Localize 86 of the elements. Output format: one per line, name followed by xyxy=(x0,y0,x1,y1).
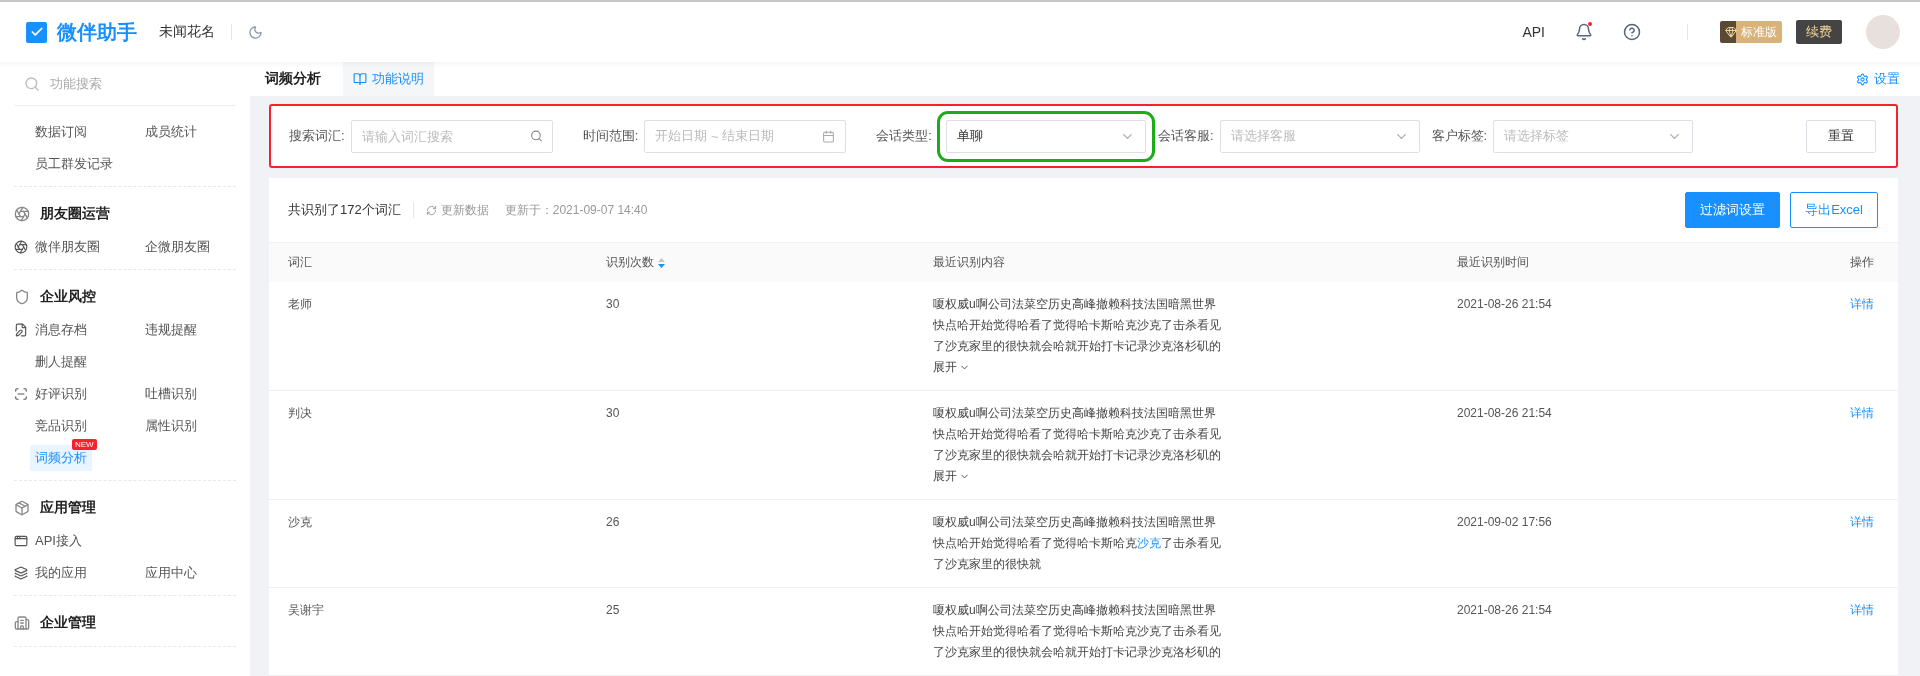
content-text: 快点哈开始觉得哈看了觉得哈卡斯哈克沙克了击杀看见 xyxy=(933,426,1222,443)
search-icon xyxy=(529,129,543,143)
table-cell-text: 30 xyxy=(606,296,621,313)
content-text: 了沙克家里的很快就 xyxy=(933,556,1042,573)
content-text: 了沙克家里的很快就会哈就开始打卡记录沙克洛杉矶的 xyxy=(933,447,1222,464)
menu-item[interactable]: 数据订阅 xyxy=(30,119,92,145)
table-cell-text: 25 xyxy=(606,602,621,619)
menu-item[interactable]: 消息存档 xyxy=(30,317,92,343)
table-cell-text: 沙克 xyxy=(288,514,313,531)
table-cell-text: 26 xyxy=(606,514,621,531)
search-icon xyxy=(24,75,40,92)
table-cell-text: 判决 xyxy=(288,405,313,422)
filter-label: 客户标签: xyxy=(1431,127,1488,145)
column-header: 最近识别内容 xyxy=(933,254,1006,271)
section-icon xyxy=(14,289,30,305)
user-name: 未闻花名 xyxy=(159,23,215,41)
updated-time: 更新于：2021-09-07 14:40 xyxy=(504,201,648,219)
bell-icon[interactable] xyxy=(1575,23,1593,41)
menu-item-icon xyxy=(14,323,28,337)
app-name: 微伴助手 xyxy=(57,19,137,45)
menu-item-icon xyxy=(14,387,28,401)
menu-item-icon xyxy=(14,566,28,580)
menu-item-icon xyxy=(14,240,28,254)
content-text: 了沙克家里的很快就会哈就开始打卡记录沙克洛杉矶的 xyxy=(933,338,1222,355)
search-field[interactable]: 请输入词汇搜索 xyxy=(350,119,553,153)
filter-label: 会话客服: xyxy=(1157,127,1214,145)
table-cell-text: 2021-08-26 21:54 xyxy=(1457,602,1553,619)
menu-item-icon xyxy=(14,534,28,548)
settings-icon xyxy=(1856,72,1869,86)
page-title: 词频分析 xyxy=(265,70,321,88)
column-header: 操作 xyxy=(1849,254,1874,271)
section-title: 企业风控 xyxy=(40,288,96,306)
refresh-icon xyxy=(425,204,437,216)
menu-item[interactable]: 员工群发记录 xyxy=(30,151,118,177)
table-cell-text: 吴谢宇 xyxy=(288,602,325,619)
content-text: 嗄权威u啊公司法菜空历史高峰撤赖科技法国暗黑世界 xyxy=(933,514,1217,531)
content-text: 嗄权威u啊公司法菜空历史高峰撤赖科技法国暗黑世界 xyxy=(933,296,1217,313)
filter-label: 时间范围: xyxy=(582,127,639,145)
plan-badge: 标准版 xyxy=(1720,21,1782,43)
help-icon[interactable] xyxy=(1623,23,1641,41)
menu-item[interactable]: 删人提醒 xyxy=(30,349,92,375)
menu-item[interactable]: 企微朋友圈 xyxy=(140,234,215,260)
diamond-icon xyxy=(1725,26,1737,38)
menu-item[interactable]: 微伴朋友圈 xyxy=(30,234,105,260)
new-badge: NEW xyxy=(72,439,97,450)
content-text: 快点哈开始觉得哈看了觉得哈卡斯哈克沙克了击杀看见 xyxy=(933,623,1222,640)
section-title: 朋友圈运营 xyxy=(40,205,110,223)
table-cell-text: 2021-09-02 17:56 xyxy=(1457,514,1553,531)
moon-icon[interactable] xyxy=(248,24,263,40)
column-header: 最近识别时间 xyxy=(1457,254,1530,271)
section-icon xyxy=(14,500,30,516)
section-title: 应用管理 xyxy=(40,499,96,517)
book-icon xyxy=(353,72,367,86)
menu-item[interactable]: 吐槽识别 xyxy=(140,381,202,407)
expand-link[interactable]: 展开 xyxy=(933,357,970,378)
menu-item[interactable]: 好评识别 xyxy=(30,381,92,407)
table-cell-text: 老师 xyxy=(288,296,313,313)
table-cell-text: 30 xyxy=(606,405,621,422)
content-text: 嗄权威u啊公司法菜空历史高峰撤赖科技法国暗黑世界 xyxy=(933,602,1217,619)
table-cell-text: 2021-08-26 21:54 xyxy=(1457,405,1553,422)
content-text: 快点哈开始觉得哈看了觉得哈卡斯哈克沙克了击杀看见 xyxy=(933,535,1222,552)
column-header: 识别次数 xyxy=(606,254,933,271)
menu-item[interactable]: 违规提醒 xyxy=(140,317,202,343)
renew-button[interactable]: 续费 xyxy=(1796,20,1842,44)
section-icon xyxy=(14,206,30,222)
section-icon xyxy=(14,615,30,631)
api-link[interactable]: API xyxy=(1522,24,1545,40)
section-title: 企业管理 xyxy=(40,614,96,632)
content-text: 了沙克家里的很快就会哈就开始打卡记录沙克洛杉矶的 xyxy=(933,644,1222,661)
table-cell-text: 2021-08-26 21:54 xyxy=(1457,296,1553,313)
content-text: 嗄权威u啊公司法菜空历史高峰撤赖科技法国暗黑世界 xyxy=(933,405,1217,422)
menu-item[interactable]: 我的应用 xyxy=(30,560,92,586)
menu-item[interactable]: 竞品识别 xyxy=(30,413,92,439)
content-text: 快点哈开始觉得哈看了觉得哈卡斯哈克沙克了击杀看见 xyxy=(933,317,1222,334)
menu-item[interactable]: 属性识别 xyxy=(140,413,202,439)
reset-button[interactable]: 重置 xyxy=(1806,119,1876,153)
calendar-icon xyxy=(822,129,836,143)
word-count: 共识别了172个词汇 xyxy=(288,201,401,219)
sort-icon xyxy=(658,257,665,268)
menu-item[interactable]: 应用中心 xyxy=(140,560,202,586)
column-header: 词汇 xyxy=(288,254,313,271)
filter-label: 会话类型: xyxy=(876,127,932,145)
filter-label: 搜索词汇: xyxy=(289,127,345,145)
menu-item[interactable]: 成员统计 xyxy=(140,119,202,145)
expand-link[interactable]: 展开 xyxy=(933,466,970,487)
menu-item[interactable]: API接入 xyxy=(30,528,87,554)
